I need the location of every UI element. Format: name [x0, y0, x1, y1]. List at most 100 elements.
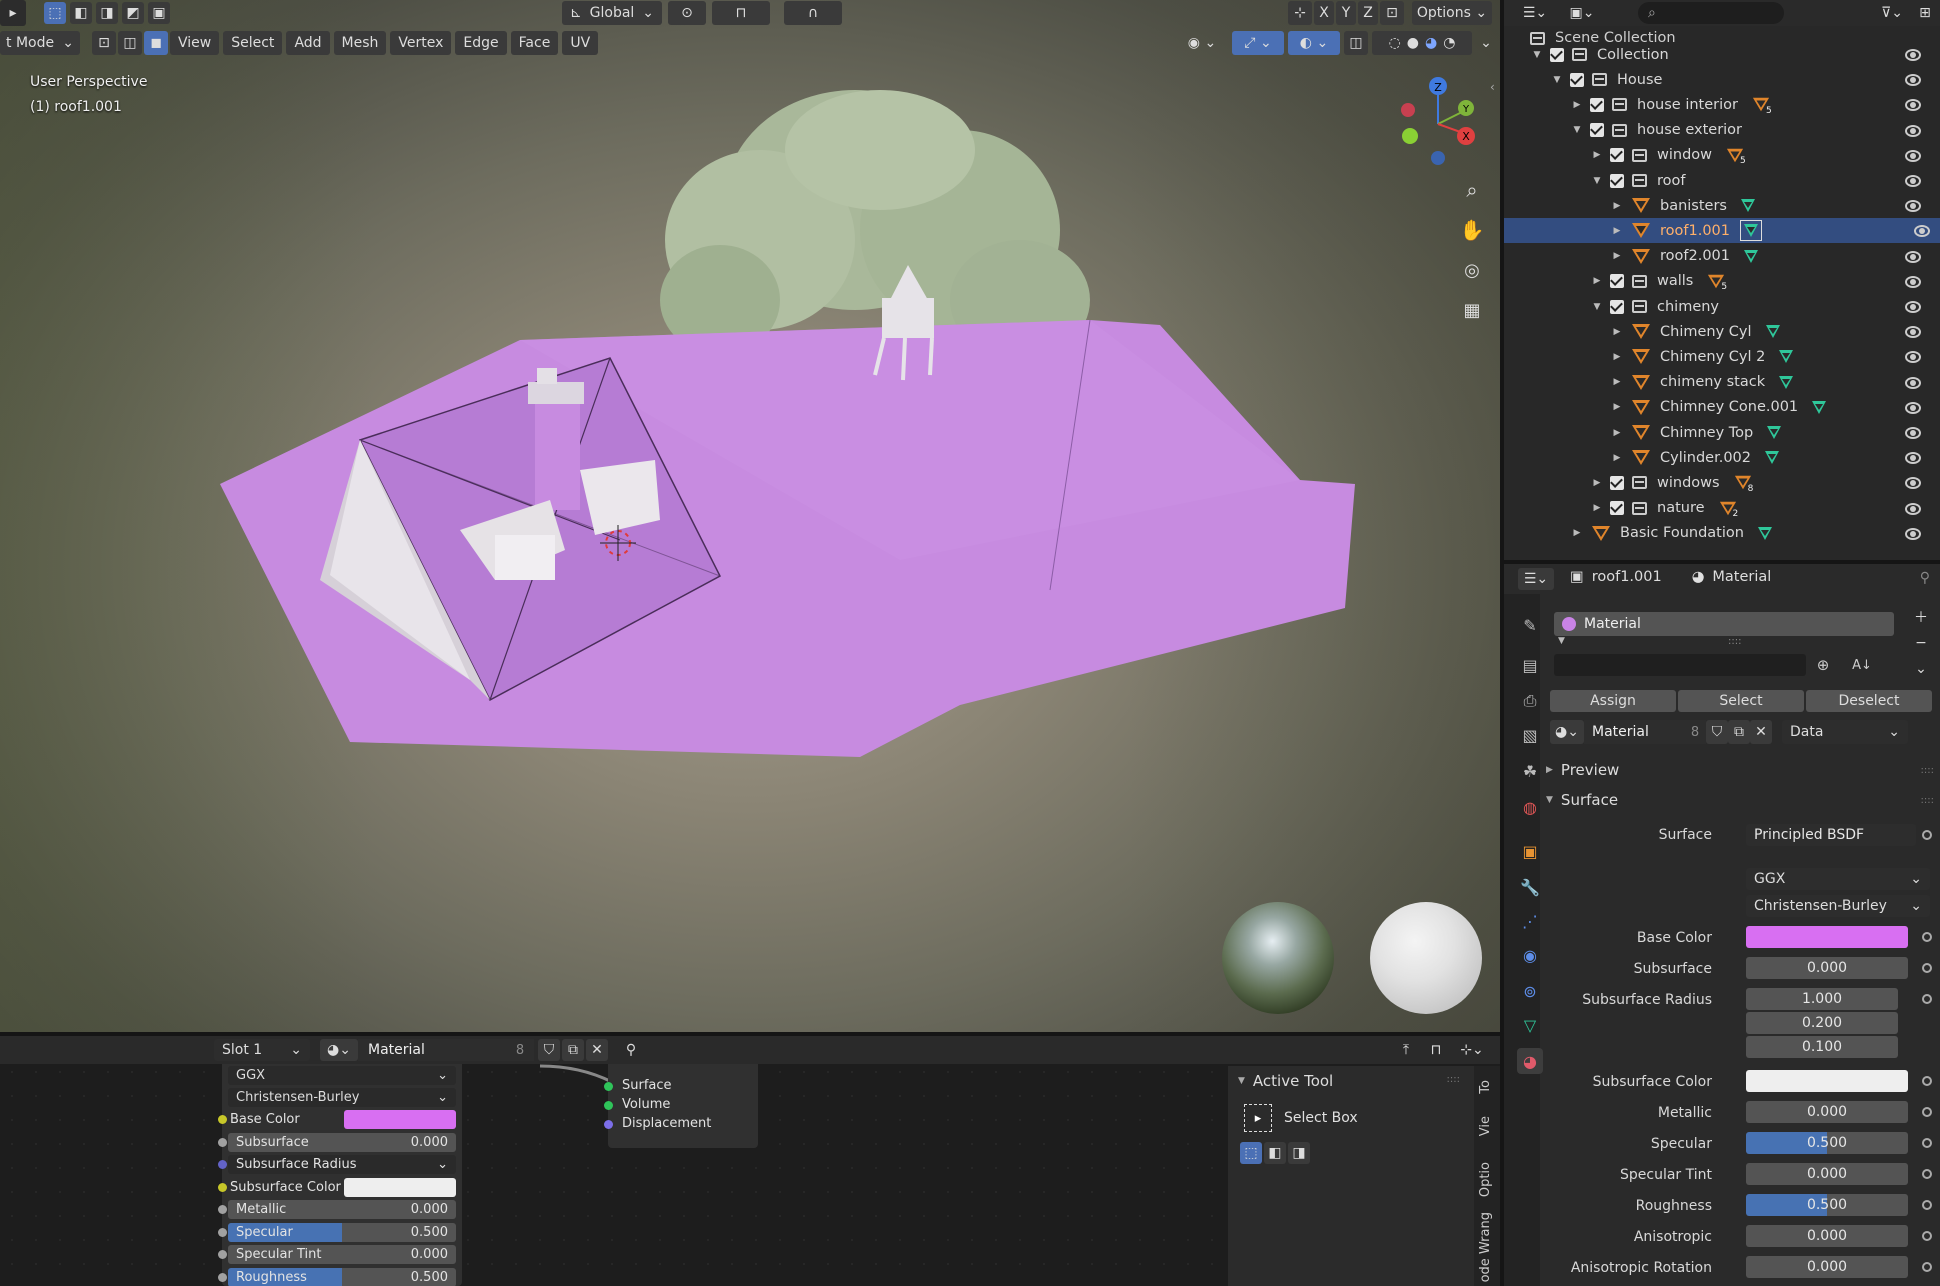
checkbox-icon[interactable]	[1610, 475, 1624, 490]
outliner-row[interactable]: ▼ Collection	[1504, 42, 1931, 67]
tab-options[interactable]: Optio	[1478, 1162, 1493, 1197]
link-dropdown[interactable]: Data ⌄	[1782, 720, 1908, 744]
input-socket-icon[interactable]	[218, 1205, 227, 1214]
menu-select[interactable]: Select	[223, 31, 283, 55]
principled-bsdf-node[interactable]: GGX ⌄ Christensen-Burley ⌄ Base Color Subsu…	[218, 1064, 462, 1286]
outliner-row[interactable]: ▶ roof1.001	[1504, 218, 1940, 244]
mesh-data-icon[interactable]	[1765, 325, 1780, 339]
unlink-icon[interactable]: ✕	[586, 1039, 608, 1061]
outliner-row[interactable]: ▶ walls 5	[1504, 269, 1931, 294]
chevron-down-icon[interactable]: ⌄	[1476, 31, 1496, 55]
auto-merge-icon[interactable]: ⊡	[1380, 1, 1404, 25]
node-color-swatch[interactable]	[344, 1110, 456, 1129]
filter-add-icon[interactable]: ⊕	[1812, 654, 1834, 676]
select-button[interactable]: Select	[1678, 690, 1804, 712]
mesh-data-icon[interactable]	[1741, 199, 1755, 213]
collapsed-arrow-icon[interactable]: ▶	[1610, 453, 1624, 463]
drag-handle-icon[interactable]: ::::	[1447, 1074, 1460, 1085]
menu-face[interactable]: Face	[510, 31, 559, 55]
navigation-gizmo[interactable]: Z Y X	[1398, 72, 1478, 172]
mesh-data-icon[interactable]	[1779, 350, 1794, 364]
subsurface-radius-y[interactable]: 0.200	[1746, 1012, 1898, 1034]
browse-material-icon[interactable]: ◕⌄	[320, 1039, 358, 1061]
collapsed-arrow-icon[interactable]: ▶	[1610, 226, 1624, 236]
pan-hand-icon[interactable]: ✋	[1458, 216, 1486, 244]
input-socket-icon[interactable]	[218, 1182, 227, 1192]
hdri-preview-sphere[interactable]	[1222, 902, 1334, 1014]
eye-icon[interactable]	[1905, 527, 1921, 540]
node-input-base-color[interactable]: Base Color	[228, 1110, 456, 1129]
preview-panel-header[interactable]: ▶ Preview ::::	[1546, 758, 1934, 782]
subsurface-method-dropdown[interactable]: Christensen-Burley ⌄	[1746, 895, 1930, 917]
remove-slot-icon[interactable]: −	[1910, 632, 1932, 654]
outliner-row[interactable]: ▼ roof	[1504, 168, 1931, 193]
mesh-data-icon[interactable]	[1812, 400, 1827, 414]
select-subtract-icon[interactable]: ◨	[96, 2, 118, 24]
distribution-dropdown[interactable]: GGX ⌄	[1746, 868, 1930, 890]
aniso-rotation-field[interactable]: 0.000	[1746, 1256, 1908, 1278]
mesh-data-icon[interactable]	[1767, 426, 1782, 439]
subsurface-radius-z[interactable]: 0.100	[1746, 1036, 1898, 1058]
menu-view[interactable]: View	[170, 31, 220, 55]
base-color-swatch[interactable]	[1746, 926, 1908, 948]
expanded-arrow-icon[interactable]: ▼	[1530, 50, 1544, 60]
surface-shader-field[interactable]: Principled BSDF	[1746, 824, 1916, 846]
expanded-arrow-icon[interactable]: ▼	[1590, 176, 1604, 186]
eye-icon[interactable]	[1905, 149, 1921, 162]
eye-icon[interactable]	[1905, 124, 1921, 137]
eye-icon[interactable]	[1905, 376, 1921, 389]
link-socket-icon[interactable]	[1922, 1262, 1932, 1272]
link-socket-icon[interactable]	[1922, 1231, 1932, 1241]
outliner-search-input[interactable]: ⌕	[1638, 2, 1784, 24]
select-extend-icon[interactable]: ◧	[1264, 1142, 1286, 1164]
mesh-data-icon[interactable]	[1757, 526, 1772, 540]
collapse-arrow-icon[interactable]: ▼	[1558, 636, 1565, 646]
resize-handle-icon[interactable]: ::::	[1728, 636, 1741, 647]
mirror-y[interactable]: Y	[1336, 1, 1356, 25]
eye-icon[interactable]	[1905, 502, 1921, 515]
link-socket-icon[interactable]	[1922, 1200, 1932, 1210]
wireframe-icon[interactable]: ◌	[1389, 35, 1401, 51]
menu-add[interactable]: Add	[286, 31, 330, 55]
eye-icon[interactable]	[1905, 275, 1921, 288]
metallic-field[interactable]: 0.000	[1746, 1101, 1908, 1123]
overlay-icon[interactable]: ◐ ⌄	[1288, 31, 1340, 55]
collapsed-arrow-icon[interactable]: ▶	[1610, 327, 1624, 337]
collapsed-arrow-icon[interactable]: ▶	[1590, 276, 1604, 286]
expanded-arrow-icon[interactable]: ▼	[1590, 302, 1604, 312]
visibility-icon[interactable]: ◉ ⌄	[1176, 31, 1228, 55]
material-preview-icon[interactable]: ◕	[1425, 35, 1437, 51]
outliner-row[interactable]: ▶ nature 2	[1504, 496, 1931, 521]
node-input-specular-tint[interactable]: Specular Tint 0.000	[228, 1245, 456, 1264]
mode-dropdown[interactable]: t Mode ⌄	[0, 31, 80, 55]
duplicate-icon[interactable]: ⧉	[1728, 720, 1750, 744]
node-distribution-dropdown[interactable]: GGX ⌄	[228, 1066, 456, 1085]
mesh-data-icon[interactable]	[1765, 451, 1779, 465]
view-layer-tab-icon[interactable]: ▧	[1517, 722, 1543, 748]
tab-node-wrangler[interactable]: ode Wrang	[1478, 1212, 1493, 1282]
input-socket-icon[interactable]	[218, 1137, 227, 1147]
checkbox-icon[interactable]	[1610, 501, 1624, 516]
display-mode-icon[interactable]: ▣⌄	[1562, 2, 1602, 24]
deselect-button[interactable]: Deselect	[1806, 690, 1932, 712]
solid-icon[interactable]: ●	[1407, 35, 1419, 51]
checkbox-icon[interactable]	[1570, 72, 1584, 87]
link-socket-icon[interactable]	[1922, 1076, 1932, 1086]
output-node-socket-icon[interactable]	[604, 1101, 613, 1110]
rendered-icon[interactable]: ◔	[1443, 35, 1455, 51]
sort-icon[interactable]: A↓	[1842, 654, 1882, 676]
outliner-row[interactable]: ▶ Basic Foundation	[1504, 521, 1931, 546]
collapsed-arrow-icon[interactable]: ▶	[1590, 478, 1604, 488]
link-socket-icon[interactable]	[1922, 963, 1932, 973]
edge-select-icon[interactable]: ◫	[118, 31, 142, 55]
checkbox-icon[interactable]	[1590, 123, 1604, 138]
collapsed-arrow-icon[interactable]: ▶	[1570, 100, 1584, 110]
eye-icon[interactable]	[1905, 99, 1921, 112]
collapsed-arrow-icon[interactable]: ▶	[1610, 428, 1624, 438]
editor-type-icon[interactable]: ☰⌄	[1518, 568, 1554, 590]
eye-icon[interactable]	[1914, 225, 1930, 238]
output-node-socket-icon[interactable]	[604, 1082, 613, 1091]
collapsed-arrow-icon[interactable]: ▶	[1610, 352, 1624, 362]
mirror-icon[interactable]: ⊹	[1288, 1, 1312, 25]
gizmo-icon[interactable]: ⤢ ⌄	[1232, 31, 1284, 55]
